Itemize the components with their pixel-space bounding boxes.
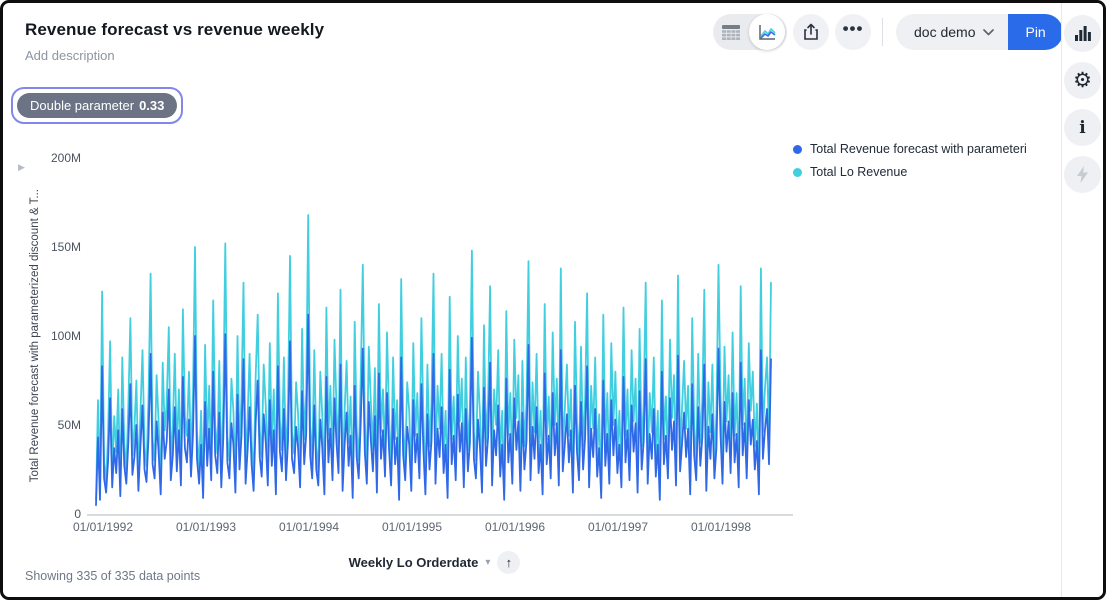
add-description[interactable]: Add description <box>25 48 115 63</box>
double-parameter-control[interactable]: Double parameter 0.33 <box>11 87 183 124</box>
sort-ascending-button[interactable]: ↑ <box>497 551 520 574</box>
toolbar: ••• doc demo Pin <box>713 14 1063 50</box>
lightning-icon <box>1076 166 1089 183</box>
ellipsis-icon: ••• <box>843 24 864 40</box>
bar-chart-icon <box>1075 26 1091 41</box>
x-tick: 01/01/1995 <box>360 520 464 534</box>
doc-selector-dropdown[interactable]: doc demo <box>896 14 1008 50</box>
x-tick: 01/01/1994 <box>257 520 361 534</box>
y-axis-label-box: Total Revenue forecast with parameterize… <box>27 158 43 514</box>
y-axis-label: Total Revenue forecast with parameterize… <box>29 189 41 482</box>
actions-panel-button[interactable] <box>1064 156 1101 193</box>
legend-label-forecast: Total Revenue forecast with parameteri <box>810 142 1027 156</box>
right-sidebar: ⚙ i <box>1061 3 1103 597</box>
parameter-value: 0.33 <box>139 98 164 113</box>
gear-icon: ⚙ <box>1073 70 1092 91</box>
table-icon <box>722 25 740 40</box>
doc-selector-label: doc demo <box>914 24 975 40</box>
chart-icon <box>757 24 777 41</box>
chart-view-button[interactable] <box>749 14 785 50</box>
share-icon <box>803 23 819 41</box>
legend-item-lo-revenue[interactable]: Total Lo Revenue <box>793 165 1027 179</box>
legend-item-forecast[interactable]: Total Revenue forecast with parameteri <box>793 142 1027 156</box>
chart-plot-svg[interactable] <box>91 158 778 514</box>
settings-panel-button[interactable]: ⚙ <box>1064 62 1101 99</box>
pin-button[interactable]: Pin <box>1008 14 1062 50</box>
legend-label-lo-revenue: Total Lo Revenue <box>810 165 907 179</box>
table-view-button[interactable] <box>713 14 749 50</box>
x-tick: 01/01/1996 <box>463 520 567 534</box>
page-title: Revenue forecast vs revenue weekly <box>25 20 324 40</box>
x-tick: 01/01/1993 <box>154 520 258 534</box>
x-tick: 01/01/1992 <box>51 520 155 534</box>
info-icon: i <box>1079 118 1085 138</box>
caret-down-icon[interactable]: ▾ <box>485 557 490 568</box>
status-text: Showing 335 of 335 data points <box>25 569 200 583</box>
double-parameter-pill[interactable]: Double parameter 0.33 <box>17 93 177 118</box>
x-tick: 01/01/1998 <box>669 520 773 534</box>
expander-icon[interactable]: ▶ <box>18 162 25 173</box>
doc-pin-group: doc demo Pin <box>896 14 1063 50</box>
more-options-button[interactable]: ••• <box>835 14 871 50</box>
x-axis-line <box>87 514 793 516</box>
share-button[interactable] <box>793 14 829 50</box>
parameter-label: Double parameter <box>30 98 134 113</box>
toolbar-divider <box>882 18 883 46</box>
x-tick: 01/01/1997 <box>566 520 670 534</box>
view-toggle <box>713 14 787 50</box>
chart-panel-button[interactable] <box>1064 15 1101 52</box>
app-window: Revenue forecast vs revenue weekly Add d… <box>0 0 1106 600</box>
chevron-down-icon <box>983 29 994 36</box>
info-panel-button[interactable]: i <box>1064 109 1101 146</box>
legend-dot-lo-revenue <box>793 168 802 177</box>
legend-dot-forecast <box>793 145 802 154</box>
x-axis-field-label[interactable]: Weekly Lo Orderdate <box>349 555 479 570</box>
chart-legend: Total Revenue forecast with parameteri T… <box>793 142 1027 179</box>
